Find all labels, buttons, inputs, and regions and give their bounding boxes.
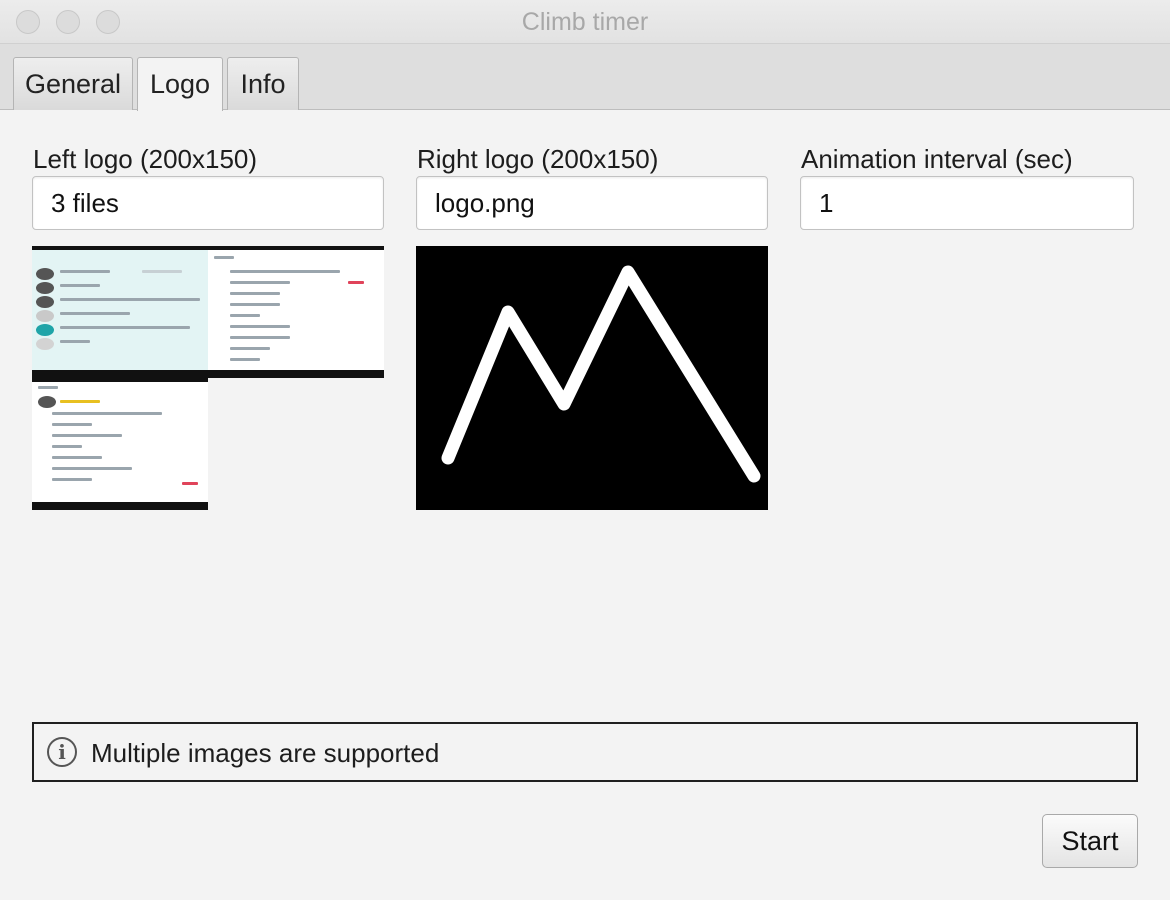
left-logo-thumbnail-1 (32, 246, 208, 378)
mountain-logo-icon (441, 265, 761, 483)
left-logo-preview (32, 246, 384, 378)
tab-info[interactable]: Info (227, 57, 299, 110)
title-bar: Climb timer (0, 0, 1170, 44)
tab-general[interactable]: General (13, 57, 133, 110)
right-logo-label: Right logo (200x150) (417, 144, 659, 174)
window-title: Climb timer (521, 8, 649, 36)
tab-bar: General Logo Info (0, 44, 1170, 111)
info-icon: i (47, 737, 77, 767)
tab-logo[interactable]: Logo (137, 57, 223, 111)
left-logo-label: Left logo (200x150) (33, 144, 258, 174)
animation-interval-label: Animation interval (sec) (801, 144, 1073, 174)
left-logo-thumbnail-3 (32, 378, 208, 510)
info-box: i Multiple images are supported (32, 722, 1138, 782)
left-logo-thumbnail-2 (208, 246, 384, 378)
animation-interval-field[interactable] (800, 176, 1134, 230)
info-message: Multiple images are supported (91, 738, 440, 768)
left-logo-field[interactable] (32, 176, 384, 230)
right-logo-field[interactable] (416, 176, 768, 230)
right-logo-preview (416, 246, 768, 510)
start-button[interactable]: Start (1042, 814, 1138, 868)
